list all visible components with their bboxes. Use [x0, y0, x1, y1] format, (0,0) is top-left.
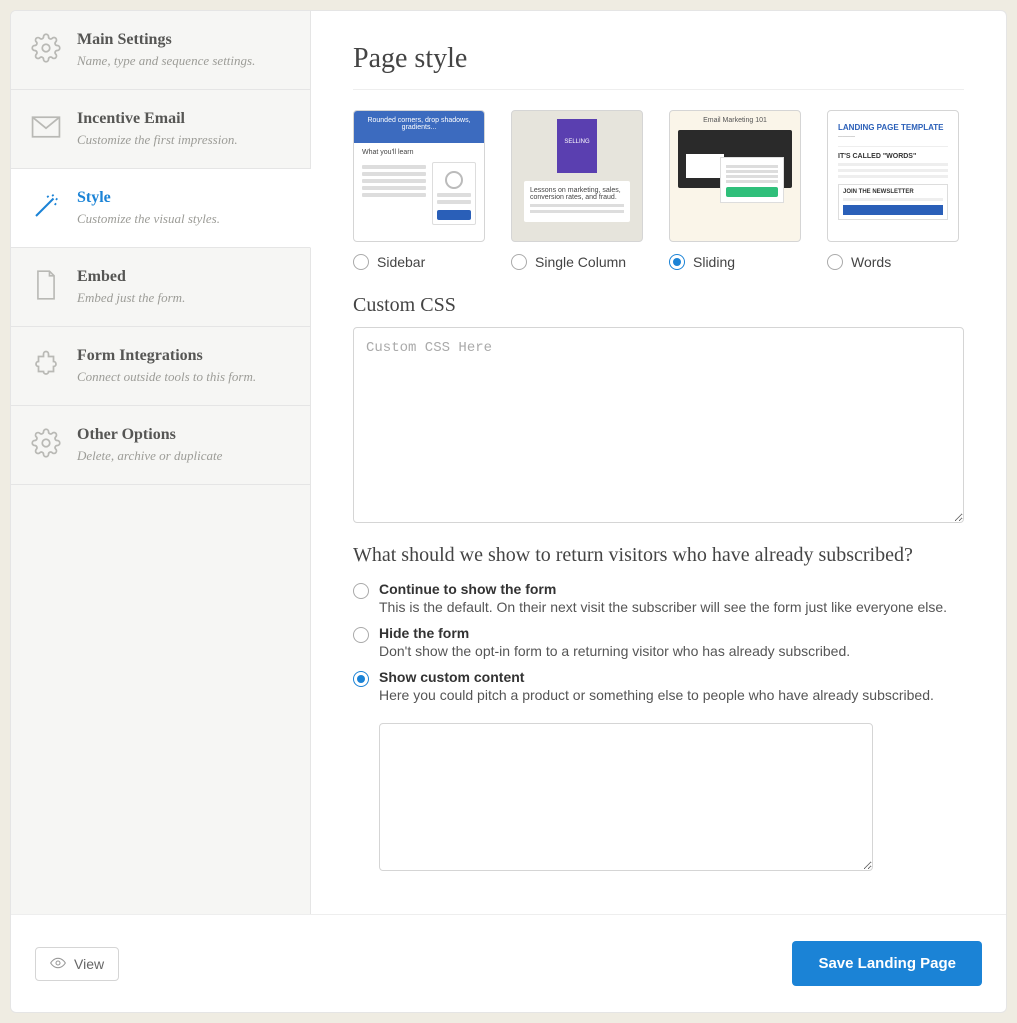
- nav-title: Incentive Email: [77, 110, 292, 128]
- style-options: Rounded corners, drop shadows, gradients…: [353, 110, 964, 270]
- style-radio-single-column[interactable]: [511, 254, 527, 270]
- nav-subtitle: Name, type and sequence settings.: [77, 53, 292, 69]
- eye-icon: [50, 956, 66, 972]
- sidebar-item-main-settings[interactable]: Main Settings Name, type and sequence se…: [11, 11, 310, 90]
- option-desc: This is the default. On their next visit…: [379, 599, 947, 615]
- style-thumb-words[interactable]: LANDING PAGE TEMPLATE ──── IT'S CALLED "…: [827, 110, 959, 242]
- gear-icon: [29, 31, 63, 65]
- nav-title: Embed: [77, 268, 292, 286]
- style-label[interactable]: Sidebar: [377, 254, 425, 270]
- envelope-icon: [29, 110, 63, 144]
- nav-title: Form Integrations: [77, 347, 292, 365]
- thumb-heading: What you'll learn: [362, 149, 476, 156]
- nav-subtitle: Customize the first impression.: [77, 132, 292, 148]
- thumb-header: Email Marketing 101: [670, 117, 800, 124]
- thumb-book: SELLING: [557, 119, 597, 173]
- style-thumb-sliding[interactable]: Email Marketing 101: [669, 110, 801, 242]
- custom-content-input[interactable]: [379, 723, 873, 871]
- option-hide[interactable]: Hide the form Don't show the opt-in form…: [353, 625, 964, 659]
- nav-title: Main Settings: [77, 31, 292, 49]
- save-landing-page-button[interactable]: Save Landing Page: [792, 941, 982, 986]
- thumb-text: Lessons on marketing, sales, conversion …: [530, 187, 621, 201]
- option-desc: Here you could pitch a product or someth…: [379, 687, 934, 703]
- puzzle-icon: [29, 347, 63, 381]
- style-radio-words[interactable]: [827, 254, 843, 270]
- style-label[interactable]: Words: [851, 254, 891, 270]
- sidebar-item-incentive-email[interactable]: Incentive Email Customize the first impr…: [11, 90, 310, 169]
- sidebar-item-form-integrations[interactable]: Form Integrations Connect outside tools …: [11, 327, 310, 406]
- style-radio-sidebar[interactable]: [353, 254, 369, 270]
- style-label[interactable]: Sliding: [693, 254, 735, 270]
- nav-title: Style: [77, 189, 292, 207]
- main-content: Page style Rounded corners, drop shadows…: [311, 11, 1006, 914]
- option-desc: Don't show the opt-in form to a returnin…: [379, 643, 850, 659]
- custom-css-heading: Custom CSS: [353, 294, 964, 317]
- option-continue[interactable]: Continue to show the form This is the de…: [353, 581, 964, 615]
- view-label: View: [74, 956, 104, 972]
- page-title: Page style: [353, 43, 964, 90]
- nav-subtitle: Embed just the form.: [77, 290, 292, 306]
- option-radio-continue[interactable]: [353, 583, 369, 599]
- wand-icon: [29, 189, 63, 223]
- return-visitors-question: What should we show to return visitors w…: [353, 544, 964, 567]
- nav-subtitle: Delete, archive or duplicate: [77, 448, 292, 464]
- footer: View Save Landing Page: [11, 914, 1006, 1012]
- thumb-subtitle: IT'S CALLED "WORDS": [838, 153, 948, 160]
- option-title: Hide the form: [379, 625, 850, 641]
- view-button[interactable]: View: [35, 947, 119, 981]
- sidebar-item-embed[interactable]: Embed Embed just the form.: [11, 248, 310, 327]
- option-radio-custom[interactable]: [353, 671, 369, 687]
- thumb-title: LANDING PAGE TEMPLATE: [838, 123, 948, 132]
- sidebar-item-other-options[interactable]: Other Options Delete, archive or duplica…: [11, 406, 310, 485]
- option-radio-hide[interactable]: [353, 627, 369, 643]
- style-label[interactable]: Single Column: [535, 254, 626, 270]
- style-thumb-single-column[interactable]: SELLING Lessons on marketing, sales, con…: [511, 110, 643, 242]
- nav-title: Other Options: [77, 426, 292, 444]
- nav-subtitle: Connect outside tools to this form.: [77, 369, 292, 385]
- page-icon: [29, 268, 63, 302]
- nav-subtitle: Customize the visual styles.: [77, 211, 292, 227]
- sidebar-item-style[interactable]: Style Customize the visual styles.: [11, 169, 311, 248]
- style-radio-sliding[interactable]: [669, 254, 685, 270]
- thumb-banner: Rounded corners, drop shadows, gradients…: [354, 111, 484, 143]
- gear-icon: [29, 426, 63, 460]
- sidebar-nav: Main Settings Name, type and sequence se…: [11, 11, 311, 914]
- option-title: Show custom content: [379, 669, 934, 685]
- style-thumb-sidebar[interactable]: Rounded corners, drop shadows, gradients…: [353, 110, 485, 242]
- thumb-join: JOIN THE NEWSLETTER: [843, 189, 943, 195]
- option-custom[interactable]: Show custom content Here you could pitch…: [353, 669, 964, 703]
- option-title: Continue to show the form: [379, 581, 947, 597]
- custom-css-input[interactable]: [353, 327, 964, 523]
